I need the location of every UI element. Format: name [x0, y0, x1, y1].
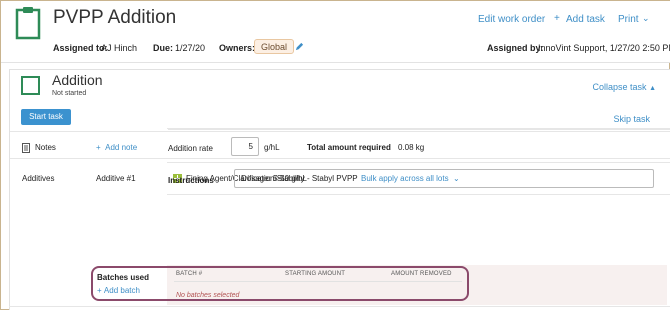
assigned-to-value: AJ Hinch [101, 43, 138, 53]
add-batch-link[interactable]: + Add batch [97, 286, 140, 295]
notes-label: Notes [35, 143, 56, 152]
plus-icon: + [97, 286, 102, 295]
plus-icon: + [96, 143, 101, 152]
task-checkbox[interactable] [21, 76, 40, 95]
divider [9, 306, 670, 307]
print-button[interactable]: Print [618, 14, 639, 25]
start-task-button[interactable]: Start task [21, 109, 71, 125]
owner-chip: Global [254, 39, 295, 54]
due-value: 1/27/20 [175, 43, 206, 53]
instructions-input[interactable]: Dosage: 5-50 g/hL [234, 169, 654, 188]
collapse-task-link[interactable]: Collapse task ▲ [593, 82, 656, 92]
clipboard-icon [15, 7, 41, 40]
add-task-button[interactable]: Add task [566, 14, 605, 25]
edit-work-order-link[interactable]: Edit work order [478, 14, 545, 25]
column-amount-removed: AMOUNT REMOVED [391, 271, 452, 277]
addition-rate-label: Addition rate [168, 144, 213, 153]
pencil-edit-icon[interactable] [295, 42, 304, 51]
column-starting-amount: STARTING AMOUNT [285, 271, 346, 277]
notes-icon [22, 143, 30, 153]
divider [167, 162, 670, 163]
addition-rate-input[interactable]: 5 [231, 137, 259, 156]
caret-up-icon: ▲ [649, 85, 656, 92]
add-task-plus-icon: + [554, 13, 560, 24]
skip-task-link[interactable]: Skip task [613, 114, 650, 124]
divider [167, 194, 670, 195]
total-required-value: 0.08 kg [398, 143, 425, 152]
table-header-divider [174, 281, 462, 282]
batches-used-label: Batches used [97, 273, 150, 282]
page-title: PVPP Addition [53, 7, 177, 28]
owners-label: Owners: [219, 43, 256, 53]
app-frame: PVPP Addition Edit work order + Add task… [0, 0, 670, 310]
assigned-to-label: Assigned to: [53, 43, 108, 53]
task-title: Addition [52, 72, 103, 88]
instructions-label: Instructions [168, 176, 214, 185]
task-status: Not started [52, 90, 87, 97]
column-batch: BATCH # [176, 271, 203, 277]
additives-label: Additives [22, 174, 55, 183]
assigned-by-label: Assigned by: [487, 43, 544, 53]
add-note-link[interactable]: + Add note [96, 143, 137, 152]
chevron-down-icon[interactable]: ⌄ [642, 13, 650, 24]
total-required-label: Total amount required [307, 143, 391, 152]
divider [10, 158, 670, 159]
due-label: Due: [153, 43, 173, 53]
empty-batches-message: No batches selected [176, 292, 240, 299]
additive-number: Additive #1 [96, 174, 136, 183]
divider [10, 131, 670, 132]
work-order-header: PVPP Addition Edit work order + Add task… [1, 1, 670, 63]
divider [168, 129, 670, 130]
divider [167, 128, 670, 129]
assigned-by-value: InnoVint Support, 1/27/20 2:50 PM [538, 43, 670, 53]
rate-unit: g/hL [264, 143, 280, 152]
